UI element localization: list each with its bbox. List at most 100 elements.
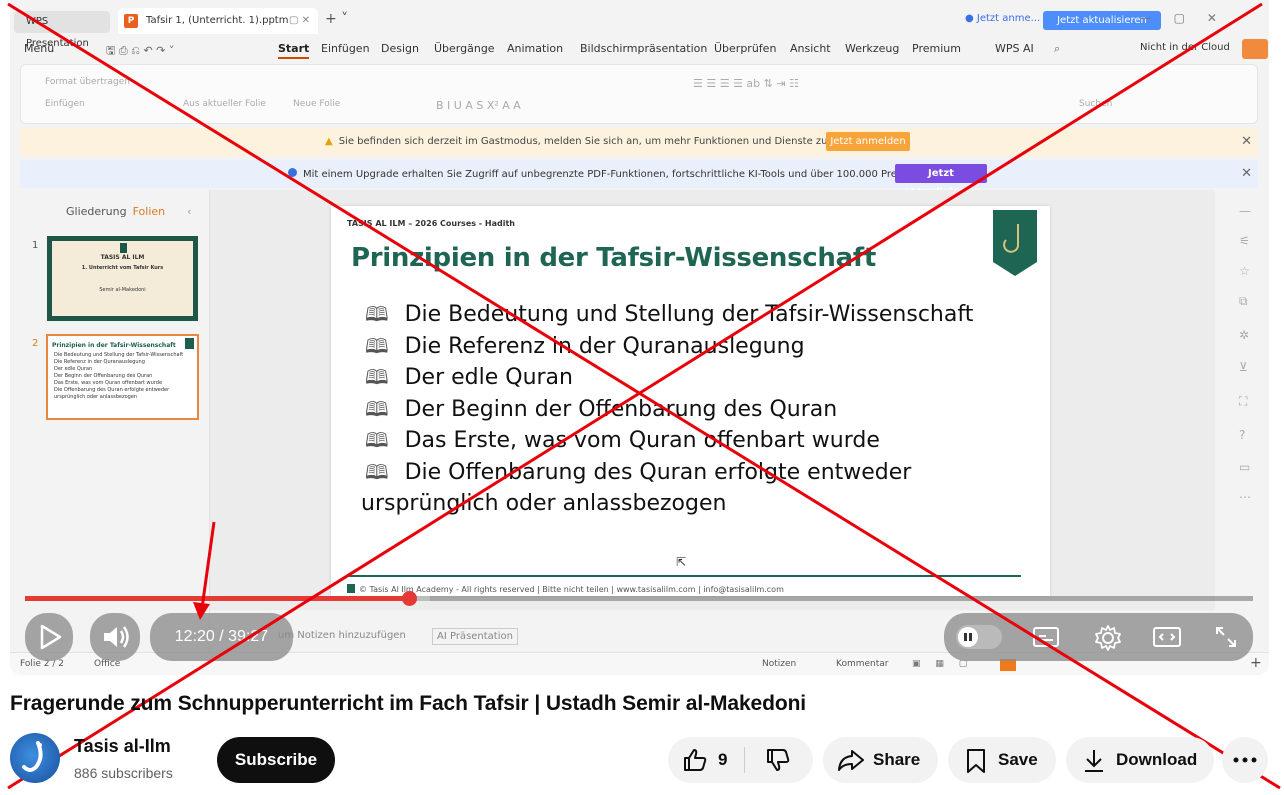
upgrade-button[interactable]: Jetzt aktualisieren xyxy=(895,164,987,198)
tab-wps-home[interactable]: WPS Presentation xyxy=(14,11,110,49)
from-current-slide-button[interactable]: Aus aktueller Folie xyxy=(183,99,266,109)
thumb-subtitle: Semir al-Makedoni xyxy=(99,287,146,293)
autoplay-toggle[interactable] xyxy=(956,625,1002,649)
video-progress-bar[interactable] xyxy=(25,591,1253,606)
comment-icon[interactable]: ▭ xyxy=(1239,460,1250,474)
menu-item-design[interactable]: Design xyxy=(381,42,419,55)
close-icon[interactable]: ✕ xyxy=(1241,134,1252,149)
volume-icon xyxy=(104,626,129,648)
slide-number: 1 xyxy=(32,240,39,251)
login-button[interactable]: Jetzt anmelden xyxy=(826,132,910,151)
thumbs-down-icon xyxy=(767,749,790,771)
slide-footer: © Tasis Al Ilm Academy - All rights rese… xyxy=(359,585,784,594)
magic-icon[interactable]: ✲ xyxy=(1239,328,1249,342)
more-icon[interactable]: ⋯ xyxy=(1239,490,1251,504)
share-doc-icon[interactable] xyxy=(1242,39,1268,59)
copy-icon[interactable]: ⧉ xyxy=(1239,294,1248,309)
slide-canvas[interactable]: TASIS AL ILM – 2026 Courses - Hadith Pri… xyxy=(210,190,1215,610)
bookmark-icon xyxy=(967,749,985,773)
upgrade-icon xyxy=(288,168,297,177)
ai-presentation-button[interactable]: AI Präsentation xyxy=(432,628,518,645)
zoom-in-icon[interactable]: + xyxy=(1250,655,1262,671)
format-painter[interactable]: Format übertragen xyxy=(45,77,130,87)
save-label: Save xyxy=(998,750,1038,769)
dislike-button[interactable] xyxy=(745,737,813,783)
list-item: Der edle Quran xyxy=(365,362,973,394)
notes-hint[interactable]: um Notizen hinzuzufügen xyxy=(278,630,406,641)
menu-item-start[interactable]: Start xyxy=(278,42,310,59)
more-actions-button[interactable] xyxy=(1222,737,1268,783)
paragraph-icons[interactable]: ☰ ☰ ☰ ☰ ab ⇅ ⇥ ☷ xyxy=(693,77,799,90)
comment-toggle[interactable]: Kommentar xyxy=(836,659,888,669)
download-label: Download xyxy=(1116,750,1198,769)
settings-icon[interactable] xyxy=(1094,624,1122,652)
menu-item-uebergaenge[interactable]: Übergänge xyxy=(434,42,495,55)
collapse-panel-icon[interactable]: ‹ xyxy=(187,205,191,218)
download-icon xyxy=(1085,750,1103,772)
subscriber-count: 886 subscribers xyxy=(74,765,173,781)
menu-item-animation[interactable]: Animation xyxy=(507,42,563,55)
list-item: Die Offenbarung des Quran erfolgte entwe… xyxy=(365,457,973,489)
right-controls xyxy=(944,613,1253,661)
menu-item-praesentation[interactable]: Bildschirmpräsentation xyxy=(580,42,707,55)
channel-avatar[interactable] xyxy=(10,733,60,783)
mute-button[interactable] xyxy=(90,613,140,661)
tab-document[interactable]: P Tafsir 1, (Unterricht. 1).pptm ▢ ✕ xyxy=(118,8,318,34)
theater-mode-icon[interactable] xyxy=(1152,625,1182,649)
account-login[interactable]: ● Jetzt anme... xyxy=(965,13,1040,24)
menu-item-werkzeug[interactable]: Werkzeug xyxy=(845,42,899,55)
tab-slides[interactable]: Folien xyxy=(133,205,166,218)
slide-bullet-list: Die Bedeutung und Stellung der Tafsir-Wi… xyxy=(361,299,973,520)
fullscreen-icon[interactable] xyxy=(1214,625,1238,649)
star-icon[interactable]: ☆ xyxy=(1239,264,1250,278)
like-dislike-group: 9 xyxy=(668,737,813,783)
channel-name[interactable]: Tasis al-Ilm xyxy=(74,736,171,757)
play-button[interactable] xyxy=(25,613,73,661)
menu-item-premium[interactable]: Premium xyxy=(912,42,961,55)
thumb-brand: TASIS AL ILM xyxy=(100,254,145,261)
font-style-icons[interactable]: B I U A S X² A A xyxy=(436,99,521,112)
download-button[interactable]: Download xyxy=(1066,737,1214,783)
window-controls-icon[interactable]: —▢✕ xyxy=(1140,11,1239,25)
pause-icon xyxy=(958,627,978,647)
quick-access-icons[interactable]: 🖫 ⎙ ⎌ ↶ ↷ ˅ xyxy=(106,42,174,61)
menu-item-menue[interactable]: Menü xyxy=(24,42,54,55)
shirt-icon[interactable]: ⊻ xyxy=(1239,360,1248,374)
save-button[interactable]: Save xyxy=(948,737,1056,783)
minimize-icon[interactable]: — xyxy=(1239,204,1251,218)
share-button[interactable]: Share xyxy=(823,737,938,783)
help-icon[interactable]: ? xyxy=(1239,428,1245,442)
paste-button[interactable]: Einfügen xyxy=(45,99,85,109)
account-label: Jetzt anme... xyxy=(976,13,1041,24)
slide-thumbnail-2[interactable]: Prinzipien in der Tafsir-Wissenschaft Di… xyxy=(46,334,199,420)
subtitles-icon[interactable] xyxy=(1032,625,1060,649)
tab-document-label: Tafsir 1, (Unterricht. 1).pptm xyxy=(146,15,289,26)
settings-slider-icon[interactable]: ⚟ xyxy=(1239,234,1250,248)
share-icon xyxy=(838,750,864,771)
logo-icon xyxy=(120,243,127,253)
thumb-title: 1. Unterricht vom Tafsir Kurs xyxy=(81,265,164,271)
like-button[interactable]: 9 xyxy=(668,737,744,783)
slide-title: Prinzipien in der Tafsir-Wissenschaft xyxy=(351,243,876,273)
more-icon xyxy=(1233,757,1257,763)
right-sidebar: — ⚟ ☆ ⧉ ✲ ⊻ ⛶ ? ▭ ⋯ xyxy=(1229,190,1269,610)
slide-thumbnail-1[interactable]: TASIS AL ILM 1. Unterricht vom Tafsir Ku… xyxy=(47,236,198,321)
find-button[interactable]: Suchen xyxy=(1079,99,1112,109)
menu-item-ueberpruefen[interactable]: Überprüfen xyxy=(714,42,776,55)
tab-outline[interactable]: Gliederung xyxy=(66,205,127,218)
close-icon[interactable]: ✕ xyxy=(1241,166,1252,181)
slide-header: TASIS AL ILM – 2026 Courses - Hadith xyxy=(347,219,515,228)
video-player[interactable]: WPS Presentation P Tafsir 1, (Unterricht… xyxy=(10,0,1269,675)
resize-icon[interactable]: ⛶ xyxy=(1239,394,1247,409)
tab-close-icon[interactable]: ▢ ✕ xyxy=(289,8,310,34)
new-slide-button[interactable]: Neue Folie xyxy=(293,99,340,109)
menu-item-ansicht[interactable]: Ansicht xyxy=(790,42,831,55)
tab-bar: WPS Presentation P Tafsir 1, (Unterricht… xyxy=(10,8,1269,49)
cloud-status[interactable]: Nicht in der Cloud xyxy=(1140,42,1230,53)
search-icon[interactable]: ⌕ xyxy=(1054,42,1060,56)
menu-item-einfuegen[interactable]: Einfügen xyxy=(321,42,370,55)
new-tab-icon[interactable]: + ˅ xyxy=(325,11,348,27)
notes-toggle[interactable]: Notizen xyxy=(762,659,796,669)
subscribe-button[interactable]: Subscribe xyxy=(217,737,335,783)
menu-item-wps-ai[interactable]: WPS AI xyxy=(995,42,1034,55)
